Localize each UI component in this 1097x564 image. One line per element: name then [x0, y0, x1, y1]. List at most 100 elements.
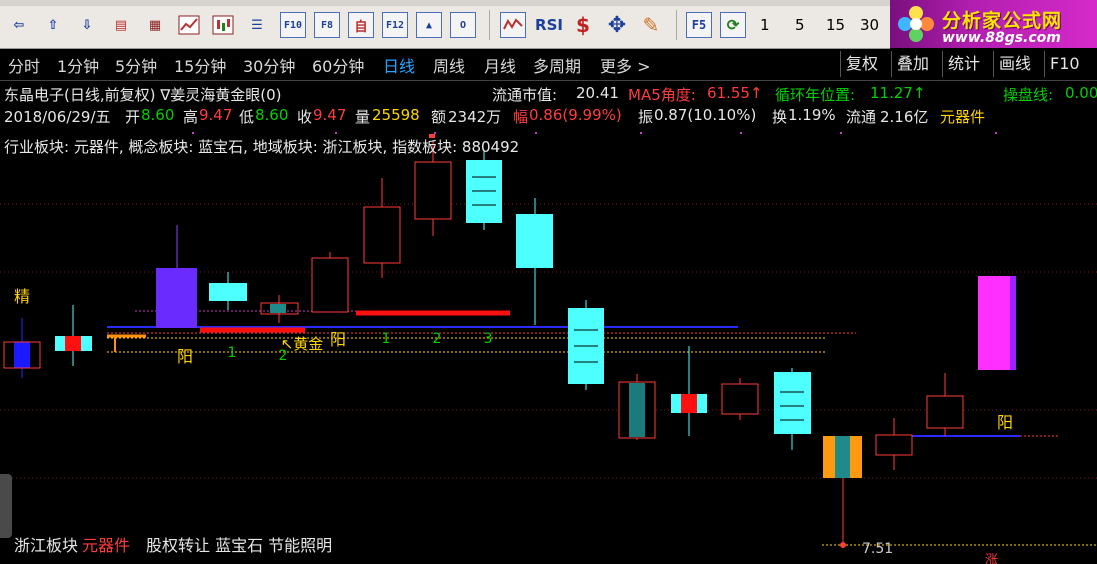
formula-button[interactable]: ▲ [416, 12, 442, 38]
turnover-label: 换 [772, 108, 788, 126]
candle-icon[interactable] [210, 12, 236, 38]
wave-number-3: 3 [484, 331, 493, 347]
f10-info-button[interactable]: F10 [1044, 51, 1085, 77]
tab-weekly[interactable]: 周线 [433, 53, 465, 77]
ma5-angle-value: 61.55↑ [707, 84, 763, 102]
candle-body [926, 395, 964, 429]
toolbar: ⇦ ⇧ ⇩ ▤ ▦ ☰ F10 F8 自 F12 ▲ O RSI $ ✥ ✎ F… [0, 0, 890, 49]
yang-label: 阳 [177, 347, 193, 366]
candle-body [156, 268, 197, 328]
self-select-button[interactable]: 自 [348, 12, 374, 38]
industry-sector: 元器件 [82, 536, 131, 555]
wave-number-2: 2 [433, 331, 442, 347]
tab-60min[interactable]: 60分钟 [312, 53, 364, 77]
tab-multi-period[interactable]: 多周期 [533, 53, 581, 77]
close-label: 收 [297, 108, 313, 126]
tab-1min[interactable]: 1分钟 [57, 53, 99, 77]
circle-button[interactable]: O [450, 12, 476, 38]
report-icon[interactable]: ▤ [108, 12, 134, 38]
down-arrow-icon[interactable]: ⇩ [74, 12, 100, 38]
low-price-label: 7.51 [862, 541, 893, 557]
quote-date: 2018/06/29/五 [4, 108, 111, 126]
yang-label: 阳 [997, 413, 1013, 432]
cycle-year-value: 11.27↑ [870, 84, 926, 102]
open-label: 开 [125, 108, 141, 126]
adjust-button[interactable]: 复权 [840, 51, 883, 77]
grid-icon[interactable]: ▦ [142, 12, 168, 38]
amplitude-value: 0.87(10.10%) [654, 106, 757, 124]
dollar-icon[interactable]: $ [570, 12, 596, 38]
sector-value: 元器件 [940, 108, 986, 126]
candle-body [270, 304, 286, 313]
low-marker [840, 542, 846, 548]
volume-value: 25598 [372, 106, 420, 124]
volume-label: 量 [355, 108, 371, 126]
brand-logo: 分析家公式网 www.88gs.com [890, 0, 1097, 48]
float-shares-label: 流通 [846, 108, 877, 126]
side-panel-tab[interactable] [0, 474, 12, 538]
tab-intraday[interactable]: 分时 [8, 53, 40, 77]
amplitude-label: 振 [638, 108, 654, 126]
candle-body [875, 434, 913, 456]
marker-dot [535, 132, 537, 134]
tab-monthly[interactable]: 月线 [484, 53, 516, 77]
operate-line-value: 0.00 [1065, 84, 1097, 102]
low-label: 低 [239, 108, 255, 126]
back-icon[interactable]: ⇦ [6, 12, 32, 38]
high-label: 高 [183, 108, 199, 126]
marker-dot [640, 132, 642, 134]
candle-body [414, 161, 452, 220]
candles [3, 134, 1016, 548]
operate-line-label: 操盘线: [1003, 86, 1054, 104]
crosshair-icon[interactable]: ✥ [604, 12, 630, 38]
tab-30min[interactable]: 30分钟 [243, 53, 295, 77]
candle-body [311, 257, 349, 313]
marker-dot [335, 132, 337, 134]
region-sector: 浙江板块 [14, 536, 79, 555]
golden-label: ↖黄金 [281, 335, 324, 353]
tab-5min[interactable]: 5分钟 [115, 53, 157, 77]
period-1-button[interactable]: 1 [760, 12, 770, 38]
candle-body [774, 372, 811, 434]
tab-more[interactable]: 更多 > [600, 53, 651, 77]
draw-line-button[interactable]: 画线 [993, 51, 1036, 77]
range-label: 幅 [513, 108, 529, 126]
brand-url: www.88gs.com [942, 30, 1061, 46]
statistics-button[interactable]: 统计 [942, 51, 985, 77]
marker-dots [192, 132, 997, 134]
yang-label: 阳 [330, 330, 346, 349]
line-chart-icon[interactable] [176, 12, 202, 38]
tab-daily[interactable]: 日线 [383, 53, 415, 77]
stock-title: 东晶电子(日线,前复权) ∇姜灵海黄金眼(0) [4, 86, 282, 104]
float-shares-value: 2.16亿 [880, 108, 929, 126]
wave-chart-icon[interactable] [500, 12, 526, 38]
brand-name: 分析家公式网 [942, 10, 1063, 32]
concept-sectors: 股权转让 蓝宝石 节能照明 [146, 536, 333, 555]
float-mv-value: 20.41 [576, 84, 619, 102]
candle-body [835, 436, 850, 478]
f10-button[interactable]: F10 [280, 12, 306, 38]
overlay-button[interactable]: 叠加 [891, 51, 934, 77]
period-5-button[interactable]: 5 [795, 12, 805, 38]
list-icon[interactable]: ☰ [244, 12, 270, 38]
up-arrow-icon[interactable]: ⇧ [40, 12, 66, 38]
period-30-button[interactable]: 30 [860, 12, 879, 38]
open-value: 8.60 [141, 106, 175, 124]
limit-up-label: 涨 [985, 553, 998, 564]
rsi-button[interactable]: RSI [534, 12, 564, 38]
f5-button[interactable]: F5 [686, 12, 712, 38]
tab-15min[interactable]: 15分钟 [174, 53, 226, 77]
marker-dot [995, 132, 997, 134]
period-15-button[interactable]: 15 [826, 12, 845, 38]
f12-button[interactable]: F12 [382, 12, 408, 38]
candle-body [516, 214, 553, 268]
refresh-icon[interactable]: ⟳ [720, 12, 746, 38]
turnover-value: 1.19% [788, 106, 836, 124]
indicator-header: 东晶电子(日线,前复权) ∇姜灵海黄金眼(0) 流通市值: 20.41 MA5角… [0, 84, 1097, 106]
pencil-icon[interactable]: ✎ [638, 12, 664, 38]
f8-button[interactable]: F8 [314, 12, 340, 38]
toolbar-separator [489, 10, 490, 40]
range-value: 0.86(9.99%) [529, 106, 622, 124]
candle-body [629, 383, 645, 437]
kline-chart[interactable]: 精 阳 1 2 ↖黄金 阳 1 2 3 阳 7.51 涨 [0, 128, 1097, 564]
